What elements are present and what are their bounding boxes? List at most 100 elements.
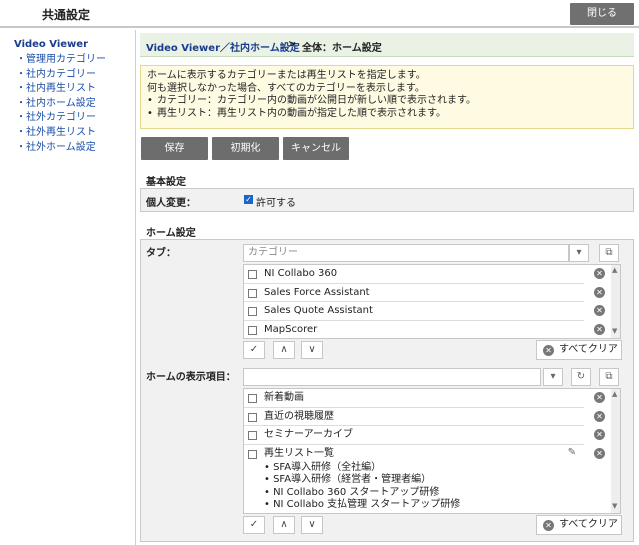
bullet-icon: ・	[16, 97, 26, 109]
bullet-icon: ・	[16, 68, 26, 80]
move-down-button[interactable]: ∨	[301, 341, 323, 359]
remove-icon[interactable]: ✕	[594, 287, 605, 298]
sidebar-heading[interactable]: Video Viewer	[14, 39, 88, 50]
clear-all-label: すべてクリア	[559, 344, 618, 355]
bullet-icon: ・	[16, 83, 26, 95]
tab-item-list: NI Collabo 360 ✕ Sales Force Assistant ✕…	[243, 264, 621, 339]
sidebar-item-admin-category[interactable]: ・管理用カテゴリー	[16, 53, 106, 68]
move-up-button[interactable]: ∧	[273, 516, 295, 534]
sidebar: Video Viewer ・管理用カテゴリー ・社内カテゴリー ・社内再生リスト…	[0, 30, 136, 545]
notice-bullet: • 再生リスト：再生リスト内の動画が指定した順で表示されます。	[147, 107, 446, 119]
item-checkbox[interactable]	[248, 288, 257, 298]
sidebar-item-label: 社内カテゴリー	[26, 68, 96, 80]
playlist-child: • NI Collabo 支払管理 スタートアップ研修	[264, 499, 461, 511]
select-all-button[interactable]: ✓	[243, 516, 265, 534]
allow-checkbox[interactable]: ✓	[244, 195, 253, 204]
remove-icon[interactable]: ✕	[594, 429, 605, 440]
playlist-child: • SFA導入研修（経営者・管理者編）	[264, 474, 432, 486]
sidebar-item-internal-category[interactable]: ・社内カテゴリー	[16, 68, 106, 83]
bullet-icon: ・	[16, 54, 26, 65]
chevron-down-icon[interactable]: ▾	[569, 244, 589, 262]
save-button[interactable]: 保存	[141, 137, 208, 160]
playlist-child: • NI Collabo 360 スタートアップ研修	[264, 486, 440, 498]
item-checkbox[interactable]	[248, 394, 257, 403]
remove-icon[interactable]: ✕	[594, 324, 605, 335]
item-checkbox[interactable]	[248, 449, 257, 459]
item-checkbox[interactable]	[248, 412, 257, 422]
copy-icon[interactable]: ⧉	[599, 368, 619, 386]
clear-all-label: すべてクリア	[559, 519, 618, 530]
clear-all-button[interactable]: ✕ すべてクリア	[536, 340, 622, 360]
display-item-select[interactable]	[243, 368, 541, 386]
sidebar-item-internal-home[interactable]: ・社内ホーム設定	[16, 97, 106, 112]
category-select[interactable]: カテゴリー	[243, 244, 569, 262]
list-item[interactable]: 新着動画	[244, 389, 584, 408]
scroll-down-icon[interactable]: ▼	[612, 502, 617, 510]
remove-icon[interactable]: ✕	[594, 411, 605, 422]
sidebar-item-external-category[interactable]: ・社外カテゴリー	[16, 111, 106, 126]
notice-bullet-text: 再生リスト：再生リスト内の動画が指定した順で表示されます。	[157, 107, 446, 119]
remove-icon[interactable]: ✕	[594, 448, 605, 459]
scrollbar[interactable]: ▲ ▼	[611, 389, 620, 513]
item-label: MapScorer	[264, 323, 318, 335]
item-label: NI Collabo 360	[264, 268, 338, 279]
scroll-down-icon[interactable]: ▼	[612, 327, 617, 335]
close-button[interactable]: 閉じる	[570, 3, 634, 25]
playlist-sublist: • SFA導入研修（全社編） • SFA導入研修（経営者・管理者編） • NI …	[264, 462, 460, 512]
sidebar-item-internal-playlist[interactable]: ・社内再生リスト	[16, 82, 106, 97]
move-down-button[interactable]: ∨	[301, 516, 323, 534]
item-label: 直近の視聴履歴	[264, 410, 334, 422]
notice-line: 何も選択しなかった場合、すべてのカテゴリーを表示します。	[147, 82, 425, 94]
breadcrumb-link[interactable]: Video Viewer／社内ホーム設定	[146, 39, 300, 54]
list-item[interactable]: MapScorer	[244, 321, 584, 339]
list-item[interactable]: 直近の視聴履歴	[244, 408, 584, 426]
copy-icon[interactable]: ⧉	[599, 244, 619, 262]
playlist-child-label: NI Collabo 支払管理 スタートアップ研修	[273, 499, 461, 511]
item-label: 再生リスト一覧	[264, 447, 334, 459]
scrollbar[interactable]: ▲ ▼	[611, 265, 620, 338]
item-label: Sales Force Assistant	[264, 286, 370, 298]
display-items-label: ホームの表示項目：	[146, 372, 236, 383]
section-title-home: ホーム設定	[146, 228, 196, 239]
scroll-up-icon[interactable]: ▲	[612, 390, 617, 398]
sidebar-item-label: 管理用カテゴリー	[26, 54, 106, 65]
reset-button[interactable]: 初期化	[212, 137, 279, 160]
list-item[interactable]: NI Collabo 360	[244, 265, 584, 284]
info-notice: ホームに表示するカテゴリーまたは再生リストを指定します。 何も選択しなかった場合…	[140, 65, 634, 129]
remove-icon[interactable]: ✕	[594, 392, 605, 403]
scroll-up-icon[interactable]: ▲	[612, 266, 617, 274]
select-all-button[interactable]: ✓	[243, 341, 265, 359]
sidebar-item-label: 社外カテゴリー	[26, 112, 96, 124]
chevron-down-icon[interactable]: ▾	[543, 368, 563, 386]
item-label: セミナーアーカイブ	[264, 429, 353, 440]
item-label: 新着動画	[264, 392, 304, 403]
notice-line: ホームに表示するカテゴリーまたは再生リストを指定します。	[147, 70, 426, 81]
item-checkbox[interactable]	[248, 270, 257, 279]
notice-bullet: • カテゴリー：カテゴリー内の動画が公開日が新しい順で表示されます。	[147, 95, 476, 106]
refresh-icon[interactable]: ↻	[571, 368, 591, 386]
pencil-icon[interactable]: ✎	[562, 445, 582, 463]
sidebar-item-label: 社内ホーム設定	[26, 97, 96, 109]
list-item[interactable]: Sales Quote Assistant	[244, 302, 584, 321]
remove-icon[interactable]: ✕	[594, 268, 605, 279]
item-checkbox[interactable]	[248, 325, 257, 335]
list-item[interactable]: セミナーアーカイブ	[244, 426, 584, 445]
clear-icon: ✕	[543, 520, 554, 531]
sidebar-item-external-home[interactable]: ・社外ホーム設定	[16, 141, 106, 156]
clear-all-button[interactable]: ✕ すべてクリア	[536, 515, 622, 535]
tab-label: タブ：	[146, 248, 176, 259]
personal-change-label: 個人変更：	[146, 198, 196, 209]
cancel-button[interactable]: キャンセル	[283, 137, 349, 160]
bullet-icon: ・	[16, 126, 26, 138]
move-up-button[interactable]: ∧	[273, 341, 295, 359]
sidebar-item-external-playlist[interactable]: ・社外再生リスト	[16, 126, 106, 141]
item-checkbox[interactable]	[248, 431, 257, 440]
list-item[interactable]: Sales Force Assistant	[244, 284, 584, 302]
item-checkbox[interactable]	[248, 307, 257, 316]
remove-icon[interactable]: ✕	[594, 305, 605, 316]
basic-settings-box: 個人変更： ✓ 許可する	[140, 188, 634, 212]
sidebar-item-label: 社内再生リスト	[26, 83, 96, 95]
allow-label: 許可する	[256, 198, 296, 209]
breadcrumb-current: 全体：ホーム設定	[302, 43, 382, 54]
sidebar-item-label: 社外再生リスト	[26, 126, 96, 138]
